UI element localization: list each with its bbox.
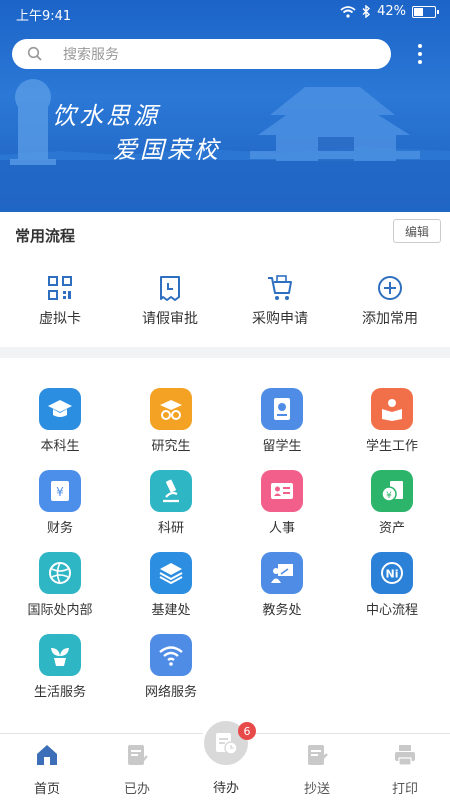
printer-icon [395, 745, 415, 766]
app-label: 生活服务 [33, 685, 86, 700]
tab-home[interactable]: 首页 [2, 742, 92, 797]
pending-count-badge: 6 [238, 722, 256, 740]
app-label: 研究生 [151, 439, 191, 454]
section-title: 常用流程 [15, 227, 76, 245]
search-placeholder: 搜索服务 [63, 47, 119, 63]
edit-button[interactable]: 编辑 [393, 219, 441, 243]
app-research[interactable]: 科研 [116, 470, 226, 536]
quick-item-label: 采购申请 [252, 311, 308, 327]
quick-item-purchase-request[interactable]: 采购申请 [230, 274, 330, 328]
app-infrastructure[interactable]: 基建处 [116, 552, 226, 618]
status-bar: 上午9:41 42% [0, 0, 450, 26]
app-label: 学生工作 [365, 439, 418, 454]
app-label: 基建处 [151, 603, 191, 618]
layers-icon [150, 552, 192, 594]
motto-line-1: 饮水思源 [52, 102, 160, 130]
globe-icon [39, 552, 81, 594]
app-student-work[interactable]: 学生工作 [337, 388, 447, 454]
passport-icon [261, 388, 303, 430]
app-label: 中心流程 [365, 603, 418, 618]
more-dot-icon [418, 52, 422, 56]
svg-text:¥: ¥ [56, 485, 64, 499]
tab-label: 首页 [33, 782, 60, 797]
bluetooth-icon [362, 5, 371, 18]
app-label: 国际处内部 [27, 603, 93, 618]
app-label: 本科生 [40, 439, 80, 454]
student-work-icon [371, 388, 413, 430]
app-label: 留学生 [262, 439, 302, 454]
center-flow-icon: Ni [371, 552, 413, 594]
battery-percent: 42% [377, 4, 406, 19]
cc-icon [308, 745, 328, 765]
quick-item-virtual-card[interactable]: 虚拟卡 [10, 274, 110, 328]
header-banner: 上午9:41 42% 饮水思源 爱国荣校 搜索服务 [0, 0, 450, 212]
app-undergraduate[interactable]: 本科生 [5, 388, 115, 454]
app-finance[interactable]: ¥ 财务 [5, 470, 115, 536]
id-card-icon [261, 470, 303, 512]
wifi-icon [150, 634, 192, 676]
home-icon [37, 745, 57, 765]
app-label: 教务处 [262, 603, 302, 618]
teaching-icon [261, 552, 303, 594]
grad-student-icon [150, 388, 192, 430]
graduation-cap-icon [39, 388, 81, 430]
app-international-student[interactable]: 留学生 [227, 388, 337, 454]
tab-label: 待办 [212, 781, 239, 796]
plant-icon [39, 634, 81, 676]
add-circle-icon [378, 276, 402, 300]
quick-item-label: 添加常用 [362, 311, 418, 327]
more-dot-icon [418, 44, 422, 48]
motto-line-2: 爱国荣校 [113, 136, 221, 164]
tab-cc[interactable]: 抄送 [272, 742, 362, 797]
svg-text:Ni: Ni [386, 568, 399, 581]
more-dot-icon [418, 60, 422, 64]
microscope-icon [150, 470, 192, 512]
leave-request-icon [160, 276, 180, 301]
svg-text:¥: ¥ [386, 491, 392, 501]
quick-item-add-common[interactable]: 添加常用 [340, 274, 440, 328]
app-label: 财务 [46, 521, 73, 536]
tab-print[interactable]: 打印 [360, 742, 450, 797]
app-life-service[interactable]: 生活服务 [5, 634, 115, 700]
app-label: 人事 [268, 521, 295, 536]
quick-item-leave-approval[interactable]: 请假审批 [120, 274, 220, 328]
common-processes-section: 常用流程 虚拟卡 请假审批 采购申请 添加常用 [0, 212, 450, 347]
tab-label: 已办 [123, 782, 150, 797]
search-icon [27, 46, 42, 61]
app-academic-affairs[interactable]: 教务处 [227, 552, 337, 618]
app-network-service[interactable]: 网络服务 [116, 634, 226, 700]
service-grid: 本科生 研究生 留学生 学生工作 ¥ 财务 科研 人事 ¥ 资产 国际处内部 基… [0, 358, 450, 733]
app-label: 网络服务 [144, 685, 197, 700]
status-time: 上午9:41 [16, 9, 72, 24]
app-assets[interactable]: ¥ 资产 [337, 470, 447, 536]
search-bar[interactable]: 搜索服务 [12, 39, 391, 69]
app-graduate[interactable]: 研究生 [116, 388, 226, 454]
more-menu-button[interactable] [412, 42, 428, 66]
wifi-status-icon [340, 5, 356, 18]
app-personnel[interactable]: 人事 [227, 470, 337, 536]
done-icon [128, 745, 148, 765]
battery-icon [412, 5, 439, 18]
pending-icon [216, 733, 238, 755]
tab-done[interactable]: 已办 [92, 742, 182, 797]
app-label: 资产 [378, 521, 405, 536]
app-center-process[interactable]: Ni 中心流程 [337, 552, 447, 618]
app-label: 科研 [157, 521, 184, 536]
shopping-cart-icon [268, 275, 292, 300]
quick-item-label: 虚拟卡 [39, 311, 81, 327]
finance-icon: ¥ [39, 470, 81, 512]
app-international-office[interactable]: 国际处内部 [5, 552, 115, 618]
tab-label: 打印 [391, 782, 418, 797]
qr-code-icon [48, 276, 72, 300]
tab-label: 抄送 [303, 782, 330, 797]
quick-item-label: 请假审批 [142, 311, 198, 327]
asset-icon: ¥ [371, 470, 413, 512]
